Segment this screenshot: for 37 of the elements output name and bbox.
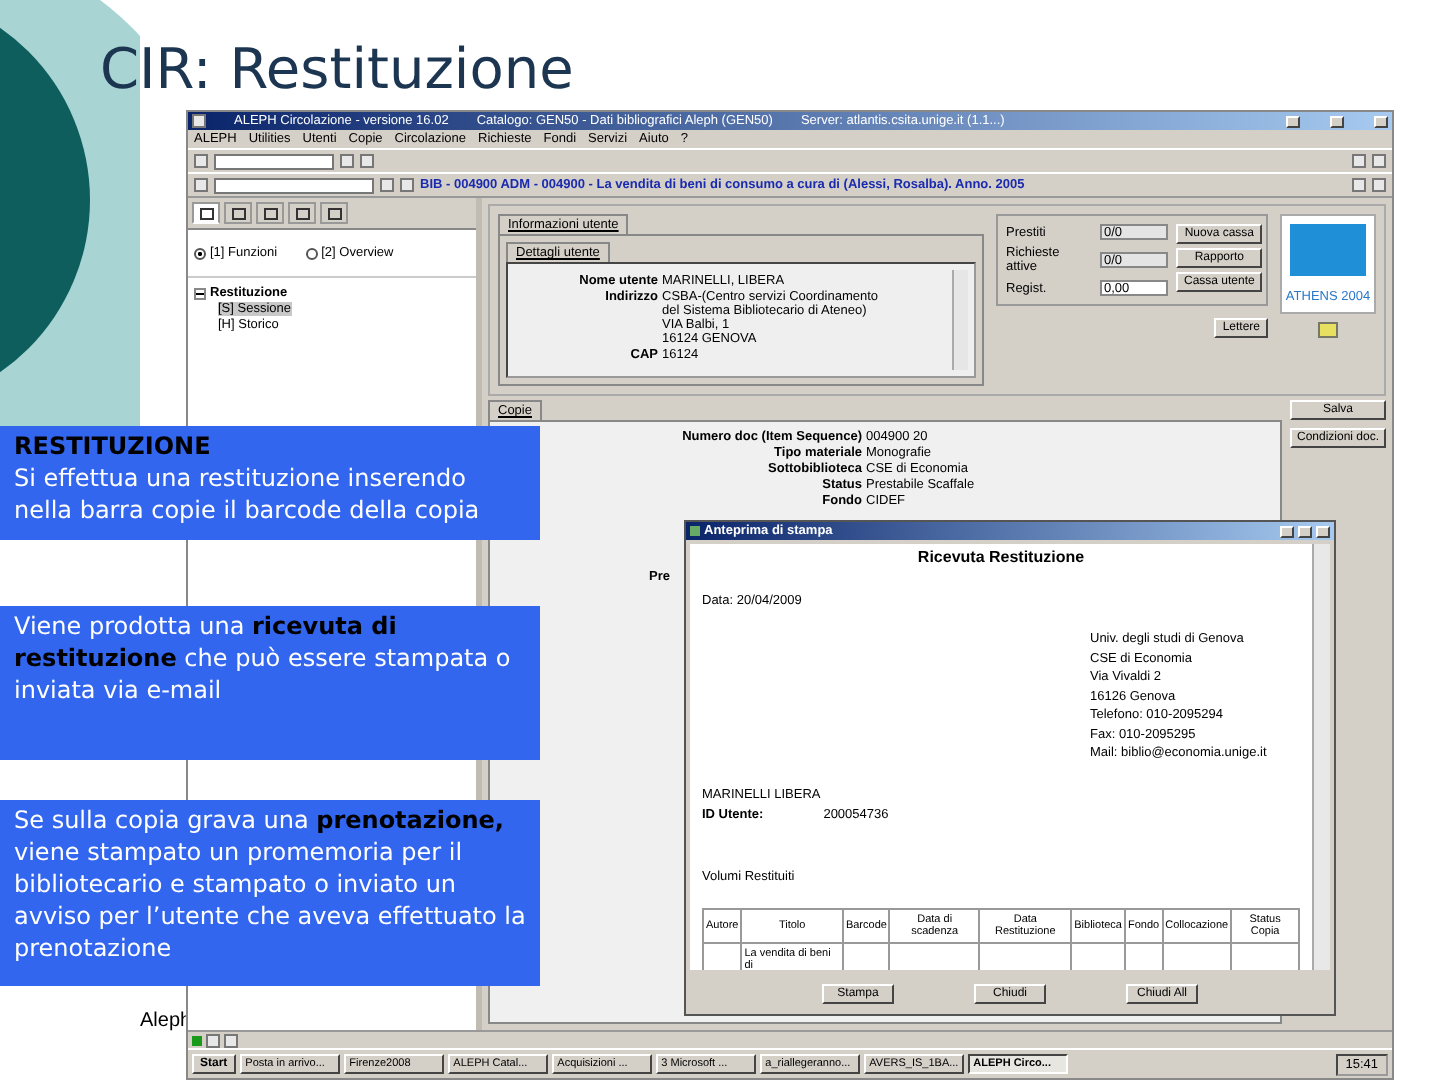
pane-tab[interactable] [320, 202, 348, 224]
callout-title: RESTITUZIONE [14, 430, 213, 462]
radio-button[interactable] [305, 247, 318, 259]
callout-text: Viene prodotta una ricevuta di restituzione che può essere stampata o inviata via e-mail [14, 610, 513, 706]
pane-tab[interactable] [224, 202, 252, 224]
maximize-button[interactable] [1330, 115, 1344, 127]
window-icon [199, 207, 213, 219]
pane-tab[interactable] [288, 202, 316, 224]
pane-tab[interactable] [192, 202, 220, 224]
callout-text: Se sulla copia grava una prenotazione, viene stampato un promemoria per il bibliotecario e stampato o inviato un avviso per l’utente che aveva effettuato la prenotazione [14, 804, 526, 964]
radio-button[interactable] [194, 247, 206, 259]
slide-title: CIR: Restituzione [100, 36, 574, 102]
arrow-button[interactable] [400, 178, 414, 192]
maximize-button[interactable] [1298, 525, 1312, 537]
close-button[interactable] [1316, 525, 1330, 537]
pane-tab[interactable] [256, 202, 284, 224]
scrollbar[interactable] [952, 270, 968, 370]
dropdown-button[interactable] [340, 154, 354, 168]
window-icon [231, 207, 245, 219]
input-field[interactable] [214, 153, 334, 169]
window-icon [263, 207, 277, 219]
dropdown-button[interactable] [380, 178, 394, 192]
minimize-button[interactable] [1280, 525, 1294, 537]
scrollbar[interactable] [1312, 544, 1330, 970]
envelope-icon[interactable] [1318, 322, 1338, 338]
logo-artwork [1290, 223, 1366, 276]
minimize-button[interactable] [1286, 115, 1300, 127]
window-icon [295, 207, 309, 219]
barcode-field[interactable] [214, 177, 374, 193]
close-button[interactable] [1374, 115, 1388, 127]
arrow-button[interactable] [360, 154, 374, 168]
collapse-icon[interactable] [194, 287, 206, 299]
app-icon [192, 114, 206, 128]
window-icon [327, 207, 341, 219]
app-icon [690, 526, 700, 536]
callout-text: Si effettua una restituzione inserendo nella barra copie il barcode della copia [14, 462, 482, 526]
receipt-heading: Ricevuta Restituzione [915, 548, 1087, 566]
